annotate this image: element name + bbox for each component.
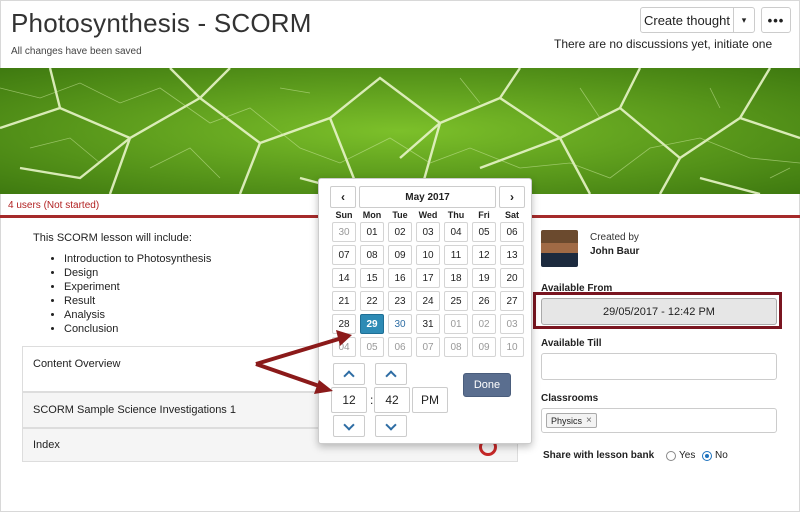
- done-button[interactable]: Done: [463, 373, 511, 397]
- weekday-label: Mon: [362, 210, 382, 220]
- calendar-day[interactable]: 11: [444, 245, 468, 265]
- minute-input[interactable]: 42: [374, 387, 410, 413]
- leaf-banner-image: [0, 68, 800, 194]
- time-separator: :: [370, 393, 374, 407]
- calendar-day[interactable]: 20: [500, 268, 524, 288]
- weekday-label: Tue: [392, 210, 408, 220]
- topic-list: Introduction to Photosynthesis Design Ex…: [50, 252, 211, 336]
- chevron-right-icon[interactable]: ›: [499, 186, 525, 208]
- calendar-day[interactable]: 03: [416, 222, 440, 242]
- calendar-day[interactable]: 08: [360, 245, 384, 265]
- minute-down-icon[interactable]: [375, 415, 407, 437]
- list-item: Design: [64, 266, 211, 280]
- calendar-day[interactable]: 24: [416, 291, 440, 311]
- calendar-day[interactable]: 13: [500, 245, 524, 265]
- share-label: Share with lesson bank: [543, 450, 655, 461]
- calendar-day[interactable]: 05: [360, 337, 384, 357]
- month-label-button[interactable]: May 2017: [359, 186, 496, 208]
- calendar-day[interactable]: 12: [472, 245, 496, 265]
- hour-down-icon[interactable]: [333, 415, 365, 437]
- calendar-day[interactable]: 10: [416, 245, 440, 265]
- share-no-radio[interactable]: [702, 451, 712, 461]
- classrooms-field[interactable]: Physics ×: [541, 408, 777, 433]
- calendar-day[interactable]: 27: [500, 291, 524, 311]
- share-yes-radio[interactable]: [666, 451, 676, 461]
- calendar-day[interactable]: 02: [472, 314, 496, 334]
- calendar-day[interactable]: 09: [388, 245, 412, 265]
- calendar-day[interactable]: 21: [332, 291, 356, 311]
- caret-down-icon[interactable]: ▾: [733, 7, 755, 33]
- calendar-day[interactable]: 06: [500, 222, 524, 242]
- calendar-day[interactable]: 05: [472, 222, 496, 242]
- calendar-day[interactable]: 17: [416, 268, 440, 288]
- classroom-tag: Physics ×: [546, 413, 597, 428]
- calendar-day[interactable]: 01: [360, 222, 384, 242]
- calendar-day[interactable]: 15: [360, 268, 384, 288]
- users-status: 4 users (Not started): [8, 200, 100, 211]
- more-options-button[interactable]: •••: [761, 7, 791, 33]
- calendar-day[interactable]: 26: [472, 291, 496, 311]
- weekday-label: Wed: [418, 210, 438, 220]
- creator-name: John Baur: [590, 246, 640, 257]
- weekday-label: Sun: [335, 210, 353, 220]
- list-item: Introduction to Photosynthesis: [64, 252, 211, 266]
- list-item: Experiment: [64, 280, 211, 294]
- classroom-tag-label: Physics: [551, 415, 583, 426]
- calendar-day[interactable]: 16: [388, 268, 412, 288]
- calendar-day[interactable]: 22: [360, 291, 384, 311]
- period-toggle-button[interactable]: PM: [412, 387, 448, 413]
- list-item: Analysis: [64, 308, 211, 322]
- list-item: Result: [64, 294, 211, 308]
- list-item: Conclusion: [64, 322, 211, 336]
- calendar-day[interactable]: 10: [500, 337, 524, 357]
- calendar-day[interactable]: 30: [332, 222, 356, 242]
- calendar-day[interactable]: 18: [444, 268, 468, 288]
- calendar-day[interactable]: 08: [444, 337, 468, 357]
- avatar: [541, 230, 578, 267]
- available-till-label: Available Till: [541, 338, 602, 349]
- calendar-day[interactable]: 04: [332, 337, 356, 357]
- hour-up-icon[interactable]: [333, 363, 365, 385]
- hour-input[interactable]: 12: [331, 387, 367, 413]
- calendar-day[interactable]: 28: [332, 314, 356, 334]
- datetime-picker: ‹ May 2017 › Sun Mon Tue Wed Thu Fri Sat…: [318, 178, 532, 444]
- calendar-day[interactable]: 02: [388, 222, 412, 242]
- discussions-text[interactable]: There are no discussions yet, initiate o…: [554, 37, 772, 51]
- page-title: Photosynthesis - SCORM: [11, 8, 312, 38]
- calendar-day[interactable]: 06: [388, 337, 412, 357]
- calendar-day[interactable]: 04: [444, 222, 468, 242]
- lesson-intro: This SCORM lesson will include:: [33, 232, 192, 244]
- calendar-day[interactable]: 19: [472, 268, 496, 288]
- save-status: All changes have been saved: [11, 46, 142, 57]
- classrooms-label: Classrooms: [541, 393, 599, 404]
- weekday-label: Thu: [447, 210, 465, 220]
- remove-tag-icon[interactable]: ×: [586, 415, 592, 426]
- available-from-field[interactable]: 29/05/2017 - 12:42 PM: [541, 298, 777, 325]
- chevron-left-icon[interactable]: ‹: [330, 186, 356, 208]
- calendar-day[interactable]: 07: [416, 337, 440, 357]
- calendar-day[interactable]: 01: [444, 314, 468, 334]
- calendar-day[interactable]: 30: [388, 314, 412, 334]
- calendar-day[interactable]: 29: [360, 314, 384, 334]
- weekday-label: Sat: [504, 210, 519, 220]
- available-till-field[interactable]: [541, 353, 777, 380]
- calendar-day[interactable]: 14: [332, 268, 356, 288]
- create-thought-button[interactable]: Create thought: [640, 7, 734, 33]
- share-no-label: No: [715, 450, 728, 461]
- calendar-day[interactable]: 31: [416, 314, 440, 334]
- calendar-day[interactable]: 09: [472, 337, 496, 357]
- calendar-day[interactable]: 03: [500, 314, 524, 334]
- minute-up-icon[interactable]: [375, 363, 407, 385]
- share-yes-label: Yes: [679, 450, 696, 461]
- created-by-label: Created by: [590, 232, 639, 243]
- calendar-day[interactable]: 23: [388, 291, 412, 311]
- weekday-label: Fri: [478, 210, 490, 220]
- calendar-day[interactable]: 07: [332, 245, 356, 265]
- calendar-day[interactable]: 25: [444, 291, 468, 311]
